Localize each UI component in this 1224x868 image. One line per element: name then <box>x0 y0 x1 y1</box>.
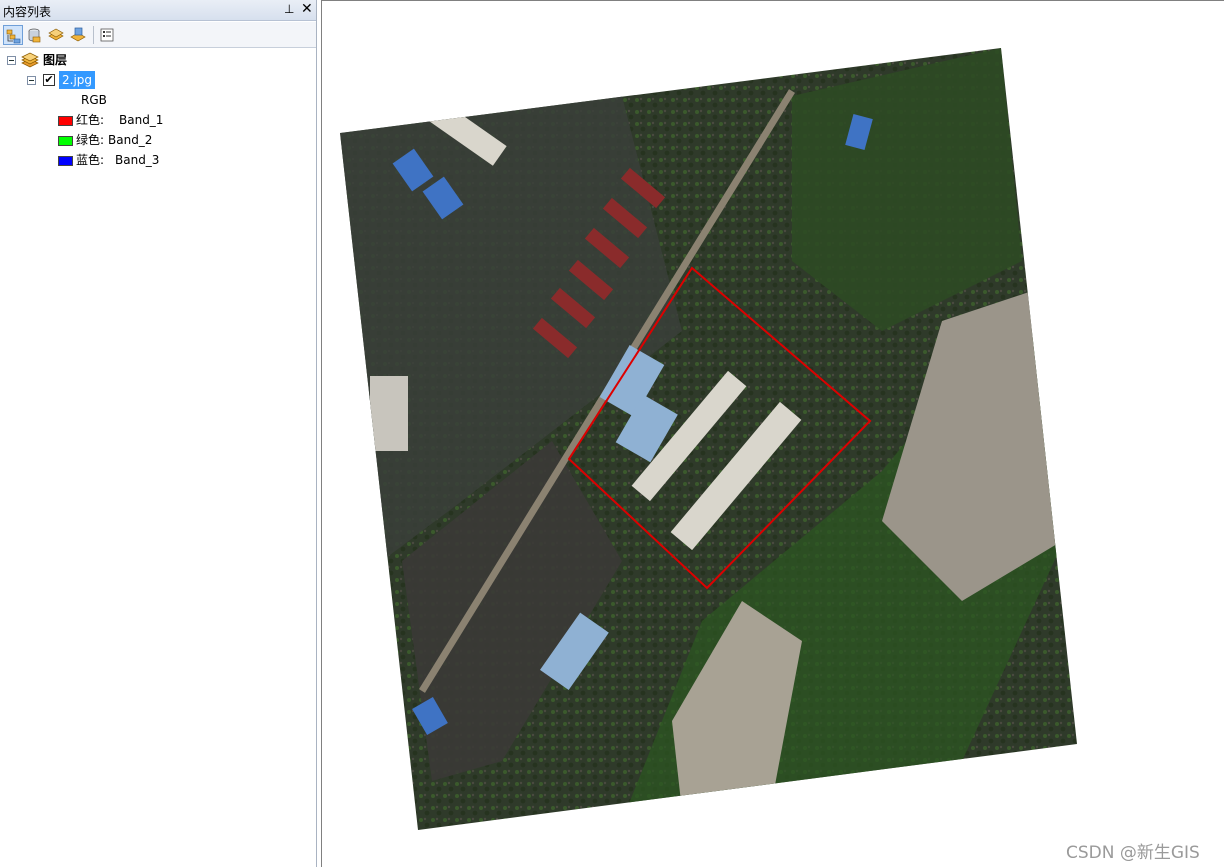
layer-visibility-checkbox[interactable]: ✔ <box>43 74 55 86</box>
blue-band-name: Band_3 <box>115 153 160 167</box>
pin-icon[interactable]: ⊥ <box>284 2 294 16</box>
close-icon[interactable]: ✕ <box>301 1 313 17</box>
selection-icon <box>70 27 86 42</box>
render-type-label: RGB <box>81 93 107 107</box>
layers-collapse-toggle[interactable] <box>7 56 16 65</box>
red-band-name: Band_1 <box>119 113 164 127</box>
list-by-source-button[interactable] <box>24 25 44 45</box>
red-channel-swatch <box>58 116 73 126</box>
layers-root-label[interactable]: 图层 <box>43 51 67 69</box>
red-channel-label: 红色: <box>76 113 105 127</box>
green-band-name: Band_2 <box>108 133 153 147</box>
green-channel-label: 绿色: <box>76 133 105 147</box>
options-button[interactable] <box>97 25 117 45</box>
toc-toolbar <box>0 22 316 48</box>
toc-title-bar: 内容列表 ⊥ ✕ <box>0 0 316 21</box>
source-icon <box>28 28 41 43</box>
blue-channel-swatch <box>58 156 73 166</box>
drawing-order-icon <box>6 29 21 44</box>
map-display[interactable] <box>321 0 1224 867</box>
green-channel-swatch <box>58 136 73 146</box>
watermark-text: CSDN @新生GIS <box>1066 843 1200 863</box>
visibility-icon <box>48 28 64 41</box>
list-by-visibility-button[interactable] <box>46 25 66 45</box>
satellite-image-raster <box>340 48 1077 830</box>
map-canvas[interactable] <box>322 1 1224 868</box>
options-icon <box>100 28 114 42</box>
list-by-drawing-order-button[interactable] <box>3 25 23 45</box>
layer-name-selected[interactable]: 2.jpg <box>59 71 96 89</box>
list-by-selection-button[interactable] <box>68 25 88 45</box>
blue-channel-label: 蓝色: <box>76 153 105 167</box>
layers-group-icon <box>21 52 39 68</box>
layer-collapse-toggle[interactable] <box>27 76 36 85</box>
table-of-contents-panel: 内容列表 ⊥ ✕ 图层 ✔ 2.jpg RGB 红色: Band_1 绿色: B… <box>0 0 317 867</box>
toolbar-separator <box>93 26 94 44</box>
toc-title: 内容列表 <box>3 5 52 19</box>
